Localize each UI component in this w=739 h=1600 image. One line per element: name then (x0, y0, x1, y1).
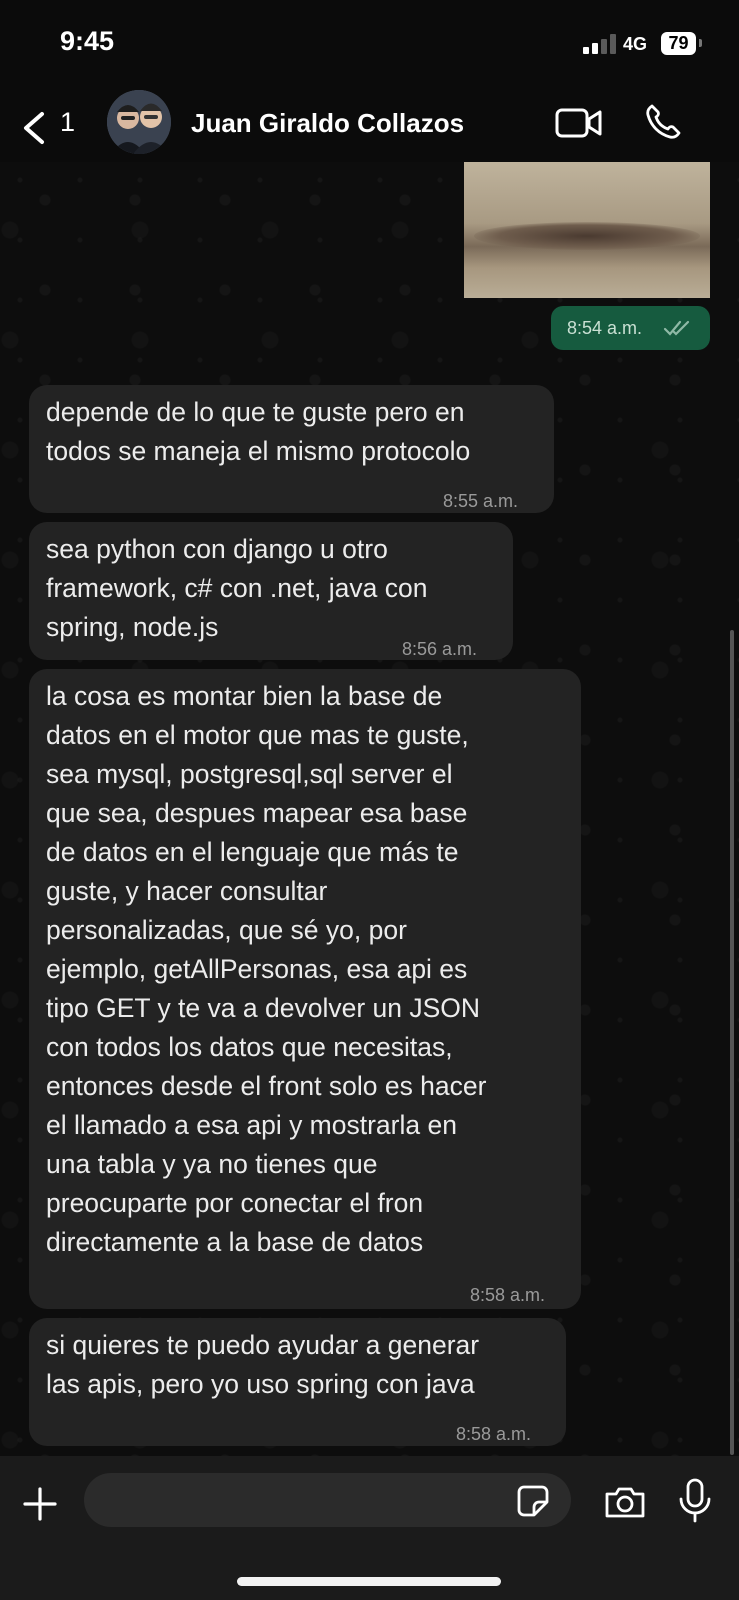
status-bar: 9:45 4G 79 (0, 0, 739, 90)
incoming-message[interactable]: sea python con django u otro framework, … (29, 522, 513, 660)
incoming-message[interactable]: depende de lo que te guste pero en todos… (29, 385, 554, 513)
message-text: la cosa es montar bien la base de datos … (46, 681, 487, 1257)
chat-header: 1 Juan Giraldo Collazos (0, 90, 739, 162)
message-time: 8:56 a.m. (402, 639, 478, 659)
compose-bar (0, 1456, 739, 1600)
message-input[interactable] (84, 1473, 571, 1527)
message-time: 8:58 a.m. (456, 1424, 532, 1444)
microphone-icon[interactable] (677, 1478, 713, 1524)
video-call-icon[interactable] (555, 106, 603, 140)
shared-photo[interactable] (464, 162, 710, 298)
message-text: depende de lo que te guste pero en todos… (46, 397, 471, 466)
home-indicator[interactable] (237, 1577, 501, 1586)
message-time: 8:55 a.m. (443, 491, 519, 511)
message-time: 8:54 a.m. (567, 318, 643, 338)
camera-icon[interactable] (603, 1484, 647, 1520)
cellular-signal-icon (583, 34, 617, 54)
unread-count[interactable]: 1 (60, 107, 75, 138)
status-time: 9:45 (60, 26, 115, 56)
battery-tip (699, 39, 702, 47)
incoming-message[interactable]: si quieres te puedo ayudar a generar las… (29, 1318, 566, 1446)
chat-scrollbar[interactable] (730, 630, 734, 1455)
battery-icon: 79 (661, 32, 696, 55)
plus-icon[interactable] (22, 1486, 58, 1522)
message-text: sea python con django u otro framework, … (46, 534, 428, 642)
contact-name[interactable]: Juan Giraldo Collazos (191, 108, 464, 139)
message-text: si quieres te puedo ayudar a generar las… (46, 1330, 480, 1399)
network-type: 4G (623, 34, 648, 54)
outgoing-message-footer: 8:54 a.m. (551, 306, 710, 350)
back-chevron-icon[interactable] (18, 110, 54, 146)
avatar-photo (107, 90, 171, 154)
sticker-icon[interactable] (516, 1484, 550, 1518)
contact-avatar[interactable] (107, 90, 171, 154)
incoming-message[interactable]: la cosa es montar bien la base de datos … (29, 669, 581, 1309)
message-time: 8:58 a.m. (470, 1285, 546, 1305)
photo-detail (474, 222, 700, 250)
read-receipt-icon (663, 320, 690, 336)
phone-icon[interactable] (643, 102, 683, 142)
